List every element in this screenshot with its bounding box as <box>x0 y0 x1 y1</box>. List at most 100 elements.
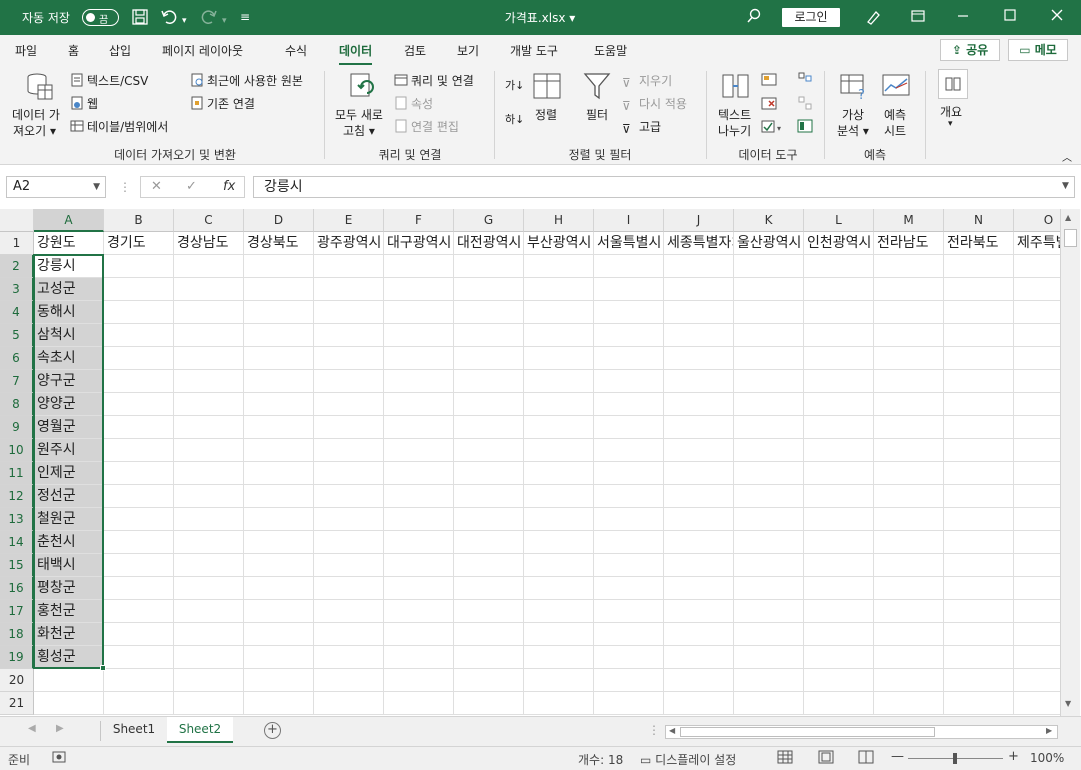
column-header-c[interactable]: C <box>174 209 244 232</box>
cell-m13[interactable] <box>874 508 944 531</box>
cell-d19[interactable] <box>244 646 314 669</box>
cell-g21[interactable] <box>454 692 524 715</box>
cell-e9[interactable] <box>314 416 384 439</box>
cell-b21[interactable] <box>104 692 174 715</box>
cell-f15[interactable] <box>384 554 454 577</box>
cell-f10[interactable] <box>384 439 454 462</box>
sheet-tab-sheet2[interactable]: Sheet2 <box>167 717 233 743</box>
cell-c21[interactable] <box>174 692 244 715</box>
row-header-19[interactable]: 19 <box>0 646 34 669</box>
cell-k2[interactable] <box>734 255 804 278</box>
cell-c4[interactable] <box>174 301 244 324</box>
relationships-icon[interactable] <box>797 95 813 114</box>
cell-b13[interactable] <box>104 508 174 531</box>
cell-j7[interactable] <box>664 370 734 393</box>
cell-n5[interactable] <box>944 324 1014 347</box>
cell-j2[interactable] <box>664 255 734 278</box>
zoom-out-icon[interactable]: — <box>891 749 904 764</box>
cell-j13[interactable] <box>664 508 734 531</box>
minimize-icon[interactable] <box>956 8 970 26</box>
tab-review[interactable]: 검토 <box>404 42 426 59</box>
cell-m15[interactable] <box>874 554 944 577</box>
cell-e17[interactable] <box>314 600 384 623</box>
cell-j15[interactable] <box>664 554 734 577</box>
cell-l8[interactable] <box>804 393 874 416</box>
cell-e7[interactable] <box>314 370 384 393</box>
cell-n1[interactable]: 전라북도 <box>944 232 1014 255</box>
refresh-all-button[interactable]: 모두 새로 <box>335 106 383 123</box>
refresh-all-icon[interactable] <box>347 71 377 101</box>
cell-m17[interactable] <box>874 600 944 623</box>
undo-dropdown-icon[interactable]: ▾ <box>182 12 187 30</box>
row-header-17[interactable]: 17 <box>0 600 34 623</box>
cell-h13[interactable] <box>524 508 594 531</box>
cell-g11[interactable] <box>454 462 524 485</box>
cell-a19[interactable]: 횡성군 <box>34 646 104 669</box>
cell-j6[interactable] <box>664 347 734 370</box>
cell-n18[interactable] <box>944 623 1014 646</box>
cell-f2[interactable] <box>384 255 454 278</box>
cell-m21[interactable] <box>874 692 944 715</box>
cell-i8[interactable] <box>594 393 664 416</box>
cell-c11[interactable] <box>174 462 244 485</box>
cell-l3[interactable] <box>804 278 874 301</box>
cell-a7[interactable]: 양구군 <box>34 370 104 393</box>
tab-developer[interactable]: 개발 도구 <box>510 42 558 59</box>
cell-h3[interactable] <box>524 278 594 301</box>
cell-j10[interactable] <box>664 439 734 462</box>
cell-j19[interactable] <box>664 646 734 669</box>
cell-j5[interactable] <box>664 324 734 347</box>
cell-i6[interactable] <box>594 347 664 370</box>
save-icon[interactable] <box>131 8 149 30</box>
cell-h5[interactable] <box>524 324 594 347</box>
cell-n19[interactable] <box>944 646 1014 669</box>
cell-a15[interactable]: 태백시 <box>34 554 104 577</box>
web-button[interactable]: 웹 <box>70 95 98 112</box>
forecast-sheet-button-line2[interactable]: 시트 <box>884 122 906 139</box>
cell-k1[interactable]: 울산광역시 <box>734 232 804 255</box>
cell-b14[interactable] <box>104 531 174 554</box>
cell-i12[interactable] <box>594 485 664 508</box>
cell-c14[interactable] <box>174 531 244 554</box>
cell-d20[interactable] <box>244 669 314 692</box>
cell-o4[interactable] <box>1014 301 1060 324</box>
display-settings-button[interactable]: ▭ 디스플레이 설정 <box>640 751 736 768</box>
row-header-21[interactable]: 21 <box>0 692 34 715</box>
cell-b12[interactable] <box>104 485 174 508</box>
ribbon-display-options-icon[interactable] <box>910 8 926 28</box>
cell-d15[interactable] <box>244 554 314 577</box>
column-header-o[interactable]: O <box>1014 209 1060 232</box>
cell-f19[interactable] <box>384 646 454 669</box>
cell-n20[interactable] <box>944 669 1014 692</box>
cell-b2[interactable] <box>104 255 174 278</box>
cell-c12[interactable] <box>174 485 244 508</box>
cell-h2[interactable] <box>524 255 594 278</box>
cell-i17[interactable] <box>594 600 664 623</box>
cell-l12[interactable] <box>804 485 874 508</box>
cell-a2[interactable]: 강릉시 <box>34 255 104 278</box>
cell-l21[interactable] <box>804 692 874 715</box>
cell-l13[interactable] <box>804 508 874 531</box>
cell-n9[interactable] <box>944 416 1014 439</box>
cell-o1[interactable]: 제주특별자치도 <box>1014 232 1060 255</box>
cell-f11[interactable] <box>384 462 454 485</box>
reapply-button[interactable]: ⊽ 다시 적용 <box>622 95 687 113</box>
cell-k8[interactable] <box>734 393 804 416</box>
cell-a16[interactable]: 평창군 <box>34 577 104 600</box>
cell-f16[interactable] <box>384 577 454 600</box>
cell-c10[interactable] <box>174 439 244 462</box>
cell-h21[interactable] <box>524 692 594 715</box>
formula-input[interactable]: 강릉시 <box>253 176 1075 198</box>
cell-a11[interactable]: 인제군 <box>34 462 104 485</box>
vertical-scrollbar[interactable]: ▲ ▼ <box>1060 209 1080 716</box>
cell-f20[interactable] <box>384 669 454 692</box>
cell-m8[interactable] <box>874 393 944 416</box>
cell-o10[interactable] <box>1014 439 1060 462</box>
refresh-all-button-line2[interactable]: 고침 ▾ <box>343 122 375 139</box>
cell-h6[interactable] <box>524 347 594 370</box>
cell-h4[interactable] <box>524 301 594 324</box>
cell-c5[interactable] <box>174 324 244 347</box>
scroll-up-icon[interactable]: ▲ <box>1065 213 1071 222</box>
cell-f18[interactable] <box>384 623 454 646</box>
cell-e4[interactable] <box>314 301 384 324</box>
